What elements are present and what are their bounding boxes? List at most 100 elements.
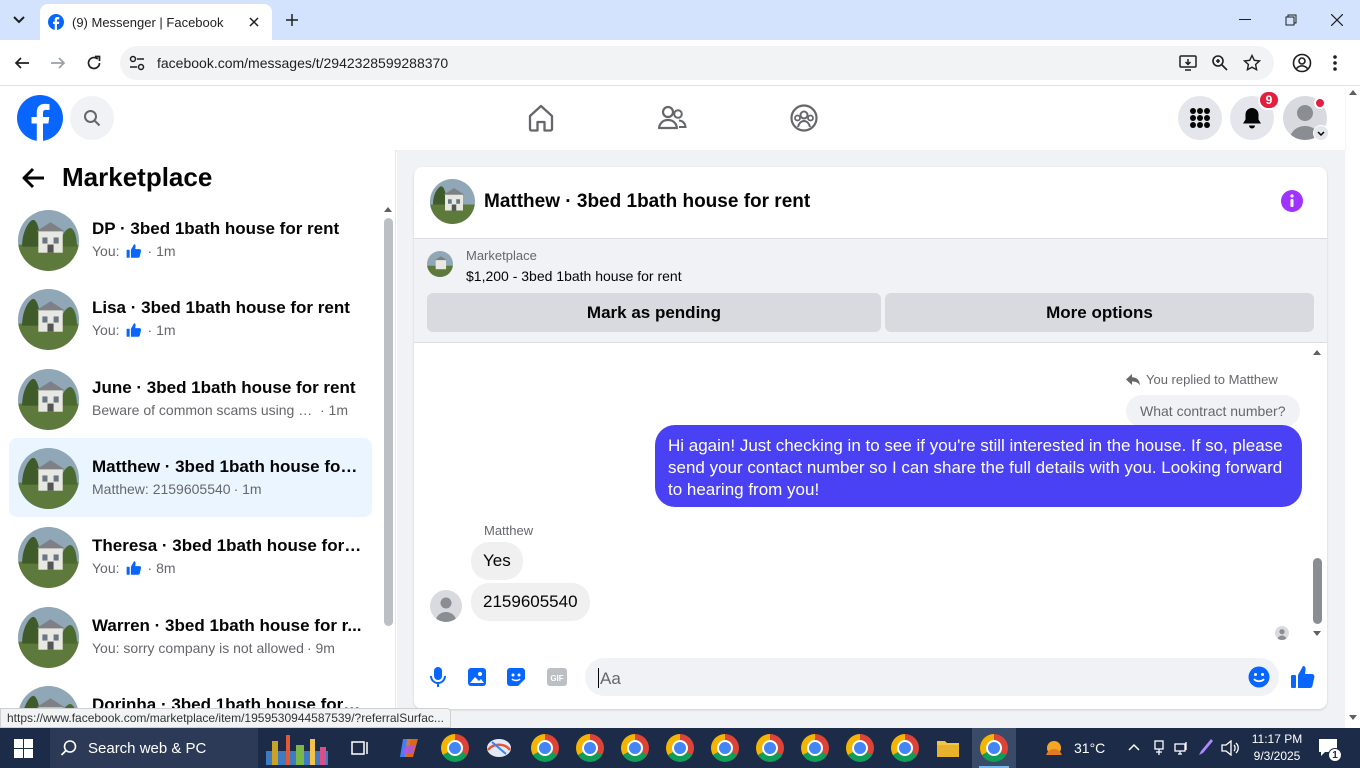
conversation-name: DP · 3bed 1bath house for rent (92, 219, 340, 238)
conversation-item[interactable]: Matthew · 3bed 1bath house for ... Matthe… (9, 437, 372, 517)
link-status-bar: https://www.facebook.com/marketplace/ite… (0, 708, 451, 728)
clock-date: 9/3/2025 (1253, 749, 1301, 763)
preview-prefix: You: (92, 560, 120, 577)
network-icon[interactable] (1174, 740, 1190, 756)
more-options-button[interactable]: More options (885, 293, 1314, 332)
close-tab-icon[interactable] (244, 12, 264, 32)
browser-tab[interactable]: (9) Messenger | Facebook (40, 4, 272, 40)
pen-icon[interactable] (1198, 738, 1214, 756)
text-cursor (598, 668, 599, 688)
tray-usb-icon[interactable] (1152, 740, 1166, 756)
chrome-profile-icon[interactable] (666, 734, 694, 762)
message-input[interactable] (585, 658, 1279, 696)
install-app-icon[interactable] (1179, 54, 1197, 72)
facebook-logo-icon[interactable] (17, 95, 63, 141)
sidebar-scrollbar[interactable] (384, 218, 393, 626)
groups-icon[interactable] (789, 103, 819, 133)
chrome-profile-icon[interactable] (756, 734, 784, 762)
chrome-profile-icon[interactable] (531, 734, 559, 762)
microphone-icon[interactable] (428, 666, 448, 688)
conversation-item[interactable]: DP · 3bed 1bath house for rent You: · 1m (9, 200, 372, 279)
listing-title[interactable]: $1,200 - 3bed 1bath house for rent (466, 268, 682, 284)
windows-start-icon[interactable] (14, 739, 33, 758)
chrome-profile-icon[interactable] (846, 734, 874, 762)
search-highlight-image (262, 733, 332, 765)
chat-scroll-down-icon[interactable] (1312, 630, 1322, 638)
back-icon[interactable] (9, 50, 35, 76)
close-window-icon[interactable] (1314, 0, 1360, 40)
chat-thumbnail-avatar[interactable] (430, 179, 475, 224)
scroll-up-arrow-icon[interactable] (383, 205, 393, 213)
conversation-preview-row: Matthew: 2159605540 · 1m (92, 481, 262, 497)
chrome-profile-icon[interactable] (621, 734, 649, 762)
conversation-avatar (18, 606, 79, 668)
temperature-text[interactable]: 31°C (1074, 740, 1105, 756)
chat-title[interactable]: Matthew · 3bed 1bath house for rent (484, 191, 810, 213)
zoom-icon[interactable] (1211, 54, 1229, 72)
like-thumb-icon[interactable] (1290, 664, 1316, 690)
search-icon[interactable] (70, 96, 114, 140)
site-info-icon[interactable] (128, 54, 146, 72)
chrome-profile-icon[interactable] (441, 734, 469, 762)
reload-icon[interactable] (81, 50, 107, 76)
friends-icon[interactable] (657, 103, 687, 133)
back-arrow-icon[interactable] (22, 167, 46, 189)
emoji-icon[interactable] (1248, 666, 1270, 688)
show-hidden-icons-chevron-icon[interactable] (1128, 743, 1140, 751)
new-tab-icon[interactable] (282, 10, 302, 30)
chrome-profile-icon[interactable] (576, 734, 604, 762)
chat-scroll-up-icon[interactable] (1312, 348, 1322, 356)
weather-icon[interactable] (1042, 737, 1066, 759)
conversation-item[interactable]: Warren · 3bed 1bath house for r... You: s… (9, 597, 372, 676)
minimize-icon[interactable] (1222, 0, 1268, 40)
incoming-message-bubble[interactable]: Yes (471, 542, 523, 580)
url-text[interactable]: facebook.com/messages/t/2942328599288370 (157, 55, 448, 71)
clock-time: 11:17 PM (1251, 732, 1303, 746)
task-view-icon[interactable] (350, 738, 370, 758)
home-icon[interactable] (526, 103, 556, 133)
menu-grid-icon[interactable] (1178, 96, 1222, 140)
conversation-item[interactable]: June · 3bed 1bath house for rent Beware o… (9, 359, 372, 438)
tab-search-dropdown-icon[interactable] (6, 8, 32, 32)
maximize-icon[interactable] (1268, 0, 1314, 40)
incoming-message-bubble[interactable]: 2159605540 (471, 583, 590, 621)
profile-icon[interactable] (1292, 53, 1312, 73)
seen-receipt-avatar (1275, 626, 1289, 640)
conversation-name: June · 3bed 1bath house for rent (92, 377, 356, 397)
listing-thumbnail[interactable] (427, 251, 453, 277)
message-sender-name: Matthew (484, 523, 534, 538)
chrome-profile-icon[interactable] (891, 734, 919, 762)
account-chevron-down-icon[interactable] (1313, 125, 1329, 141)
taskbar-clock[interactable]: 11:17 PM 9/3/2025 (1244, 731, 1310, 765)
page-scroll-up-icon[interactable] (1348, 88, 1358, 96)
conversation-name: Lisa · 3bed 1bath house for rent (92, 298, 350, 318)
file-explorer-icon[interactable] (936, 738, 960, 758)
edge-app-icon[interactable] (486, 736, 512, 760)
chrome-profile-icon[interactable] (711, 734, 739, 762)
notification-badge: 9 (1258, 90, 1280, 110)
conversation-item[interactable]: Lisa · 3bed 1bath house for rent You: · 1m (9, 279, 372, 358)
conversation-time: · 9m (306, 639, 335, 656)
bookmark-star-icon[interactable] (1243, 54, 1261, 72)
forward-icon[interactable] (45, 50, 71, 76)
sticker-icon[interactable] (506, 667, 526, 687)
chrome-active-icon[interactable] (980, 734, 1008, 762)
outgoing-message-bubble[interactable]: Hi again! Just checking in to see if you… (655, 425, 1302, 507)
chrome-profile-icon[interactable] (801, 734, 829, 762)
replied-quote-bubble[interactable]: What contract number? (1126, 395, 1300, 427)
sender-avatar[interactable] (430, 590, 462, 622)
conversation-time: · 1m (233, 480, 262, 497)
chat-scrollbar[interactable] (1313, 558, 1322, 624)
copilot-icon[interactable] (397, 736, 421, 760)
info-icon[interactable] (1281, 190, 1303, 212)
preview-prefix: You: (92, 322, 120, 339)
browser-menu-icon[interactable] (1332, 54, 1338, 72)
conversation-item[interactable]: Theresa · 3bed 1bath house for r... You: ·… (9, 517, 372, 596)
action-center-count: 1 (1328, 748, 1342, 762)
volume-icon[interactable] (1221, 740, 1239, 756)
photo-icon[interactable] (467, 667, 487, 687)
mark-as-pending-button[interactable]: Mark as pending (427, 293, 881, 332)
taskbar-search-box[interactable]: Search web & PC (50, 728, 258, 768)
gif-icon[interactable]: GIF (546, 667, 568, 687)
page-scroll-down-icon[interactable] (1348, 714, 1358, 722)
